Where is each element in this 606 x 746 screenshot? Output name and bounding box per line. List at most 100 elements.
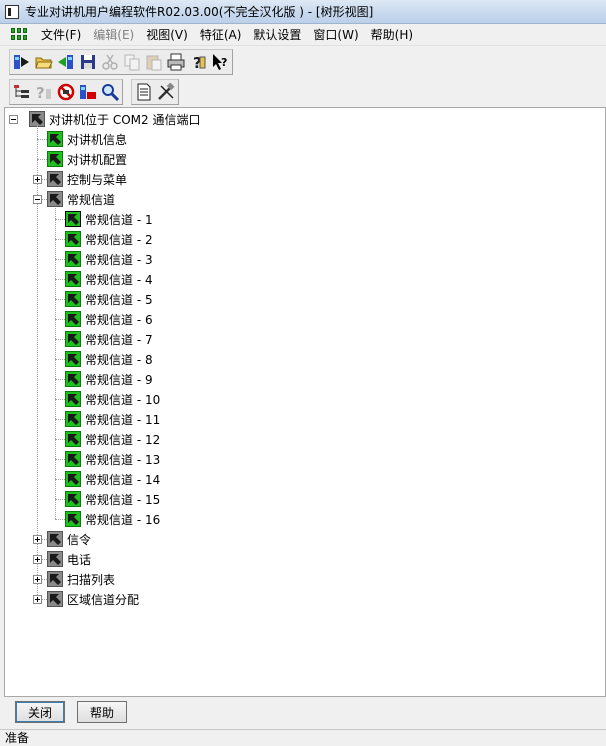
tree-node-label: 常规信道 - 11: [85, 412, 161, 427]
tree-node-label: 常规信道 - 1: [85, 212, 153, 227]
secondary-toolbar: ?: [0, 77, 606, 107]
tree-item[interactable]: 区域信道分配: [47, 589, 139, 609]
tree-item[interactable]: 扫描列表: [47, 569, 115, 589]
save-icon[interactable]: [78, 52, 98, 72]
tree-node-label: 对讲机配置: [67, 152, 128, 167]
tree-connector: [37, 139, 47, 140]
tree-node-label: 常规信道 - 13: [85, 452, 161, 467]
tree-item[interactable]: 常规信道 - 9: [65, 369, 153, 389]
document-icon[interactable]: [134, 82, 154, 102]
menu-bar: 文件(F) 编辑(E) 视图(V) 特征(A) 默认设置 窗口(W) 帮助(H): [0, 24, 606, 46]
help-icon[interactable]: ?: [188, 52, 208, 72]
tree-node-label: 常规信道 - 4: [85, 272, 153, 287]
tree-node-active-icon: [47, 131, 63, 147]
tree-node-label: 电话: [67, 552, 92, 567]
expand-icon[interactable]: [33, 595, 42, 604]
menu-item-5[interactable]: 窗口(W): [307, 26, 364, 43]
tree-node-active-icon: [65, 511, 81, 527]
tree-view[interactable]: 对讲机位于 COM2 通信端口 对讲机信息对讲机配置控制与菜单 常规信道常规信道 -…: [4, 107, 606, 697]
expand-icon[interactable]: [33, 555, 42, 564]
tree-item[interactable]: 常规信道: [47, 189, 115, 209]
title-bar[interactable]: 专业对讲机用户编程软件R02.03.00(不完全汉化版 ) - [树形视图]: [0, 0, 606, 24]
open-folder-icon[interactable]: [34, 52, 54, 72]
close-button[interactable]: 关闭: [15, 701, 65, 723]
collapse-icon[interactable]: [9, 115, 18, 124]
context-help-icon[interactable]: ?: [210, 52, 230, 72]
tree-connector: [55, 359, 65, 360]
tree-root[interactable]: 对讲机位于 COM2 通信端口: [29, 109, 200, 129]
tree-item[interactable]: 常规信道 - 2: [65, 229, 153, 249]
tree-node-folder-icon: [47, 531, 63, 547]
write-radio-icon[interactable]: [56, 52, 76, 72]
tree-node-label: 常规信道 - 15: [85, 492, 161, 507]
tree-item[interactable]: 信令: [47, 529, 91, 549]
tree-item[interactable]: 对讲机信息: [47, 129, 127, 149]
menu-item-1[interactable]: 编辑(E): [87, 26, 140, 43]
tree-item[interactable]: 对讲机配置: [47, 149, 127, 169]
tree-item[interactable]: 常规信道 - 13: [65, 449, 160, 469]
app-icon[interactable]: [5, 4, 19, 19]
svg-text:?: ?: [36, 84, 45, 101]
tree-connector: [55, 399, 65, 400]
tree-connector: [55, 419, 65, 420]
tree-node-active-icon: [65, 211, 81, 227]
tree-item[interactable]: 常规信道 - 11: [65, 409, 160, 429]
unknown-help-icon[interactable]: ?: [34, 82, 54, 102]
tree-node-label: 常规信道 - 6: [85, 312, 153, 327]
menu-item-4[interactable]: 默认设置: [247, 26, 307, 43]
tree-node-folder-icon: [47, 171, 63, 187]
menu-item-3[interactable]: 特征(A): [194, 26, 248, 43]
help-button[interactable]: 帮助: [77, 701, 127, 723]
tree-node-label: 常规信道 - 8: [85, 352, 153, 367]
tree-item[interactable]: 常规信道 - 16: [65, 509, 160, 529]
menu-item-6[interactable]: 帮助(H): [365, 26, 419, 43]
menu-item-0[interactable]: 文件(F): [35, 26, 87, 43]
cut-icon[interactable]: [100, 52, 120, 72]
status-text: 准备: [5, 731, 30, 745]
window-title: 专业对讲机用户编程软件R02.03.00(不完全汉化版 ) - [树形视图]: [25, 5, 374, 19]
tree-connector: [55, 499, 65, 500]
tree-item[interactable]: 常规信道 - 14: [65, 469, 160, 489]
tree-item[interactable]: 常规信道 - 3: [65, 249, 153, 269]
collapse-icon[interactable]: [33, 195, 42, 204]
expand-icon[interactable]: [33, 575, 42, 584]
tree-node-label: 常规信道 - 16: [85, 512, 161, 527]
tree-node-active-icon: [65, 351, 81, 367]
radio-config-icon[interactable]: [78, 82, 98, 102]
paste-icon[interactable]: [144, 52, 164, 72]
tree-item[interactable]: 常规信道 - 15: [65, 489, 160, 509]
tree-item[interactable]: 常规信道 - 10: [65, 389, 160, 409]
tree-item[interactable]: 常规信道 - 1: [65, 209, 153, 229]
tree-node-folder-icon: [47, 551, 63, 567]
tools-icon[interactable]: [156, 82, 176, 102]
tree-item[interactable]: 常规信道 - 5: [65, 289, 153, 309]
tree-view-icon[interactable]: [12, 82, 32, 102]
tree-item[interactable]: 常规信道 - 8: [65, 349, 153, 369]
mdi-window-icon[interactable]: [11, 27, 29, 42]
tree-item[interactable]: 控制与菜单: [47, 169, 127, 189]
tree-connector: [55, 219, 65, 220]
tree-item[interactable]: 电话: [47, 549, 91, 569]
tree-item[interactable]: 常规信道 - 12: [65, 429, 160, 449]
tree-node-active-icon: [65, 391, 81, 407]
expand-icon[interactable]: [33, 175, 42, 184]
print-icon[interactable]: [166, 52, 186, 72]
tree-item[interactable]: 常规信道 - 6: [65, 309, 153, 329]
read-radio-icon[interactable]: [12, 52, 32, 72]
copy-icon[interactable]: [122, 52, 142, 72]
tree-node-active-icon: [65, 371, 81, 387]
tree-connector: [55, 379, 65, 380]
tree-connector: [55, 239, 65, 240]
toolbar-group-view: ?: [9, 79, 123, 105]
expand-icon[interactable]: [33, 535, 42, 544]
tree-node-active-icon: [65, 291, 81, 307]
tree-node-folder-icon: [47, 571, 63, 587]
tree-connector: [55, 299, 65, 300]
no-entry-icon[interactable]: [56, 82, 76, 102]
tree-node-active-icon: [65, 451, 81, 467]
menu-item-2[interactable]: 视图(V): [140, 26, 194, 43]
search-icon[interactable]: [100, 82, 120, 102]
tree-item[interactable]: 常规信道 - 4: [65, 269, 153, 289]
tree-node-active-icon: [65, 251, 81, 267]
tree-item[interactable]: 常规信道 - 7: [65, 329, 153, 349]
